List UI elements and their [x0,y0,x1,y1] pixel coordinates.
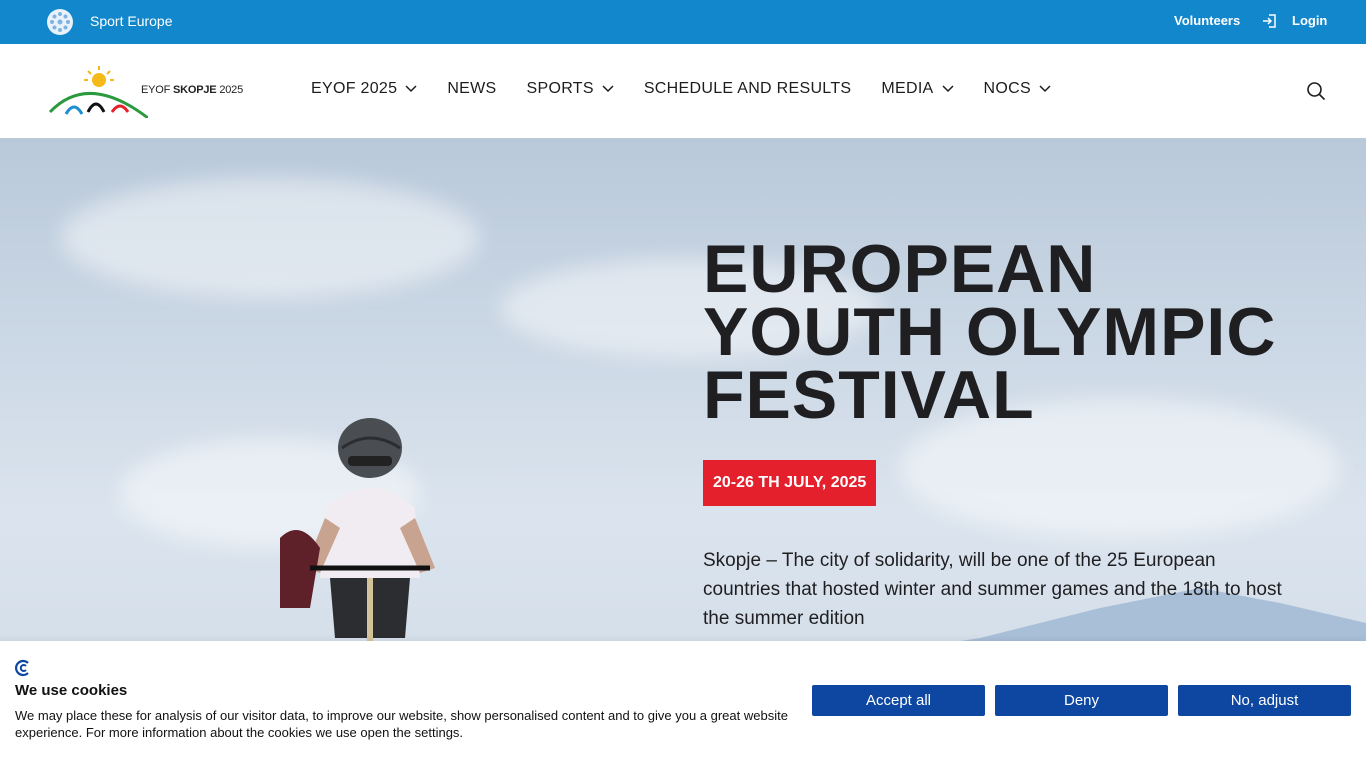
deny-button[interactable]: Deny [995,685,1168,716]
eyof-skopje-logo-icon[interactable] [48,62,148,118]
search-icon[interactable] [1306,81,1326,101]
nav-item-sports[interactable]: SPORTS [527,80,614,98]
cookie-text: We may place these for analysis of our v… [15,708,788,740]
chevron-down-icon [942,85,954,93]
cyclist-image [280,418,435,648]
chevron-down-icon [405,85,417,93]
nav-item-schedule-and-results[interactable]: SCHEDULE AND RESULTS [644,80,852,98]
hero-title-line: EUROPEAN [703,231,1097,307]
top-bar: Sport Europe Volunteers Login [0,0,1366,44]
sport-europe-logo-icon[interactable] [46,8,74,36]
cookie-consent-logo-icon [15,659,29,677]
brand-name[interactable]: Sport Europe [90,13,173,29]
chevron-down-icon [1039,85,1051,93]
volunteers-link[interactable]: Volunteers [1174,13,1240,28]
nav-item-media[interactable]: MEDIA [881,80,954,98]
logo-text[interactable]: EYOF SKOPJE 2025 [141,84,243,96]
hero-description: Skopje – The city of solidarity, will be… [703,550,1282,629]
hero-title: EUROPEAN YOUTH OLYMPIC FESTIVAL [703,231,1277,433]
accept-all-button[interactable]: Accept all [812,685,985,716]
main-header: EYOF SKOPJE 2025 EYOF 2025 NEWS SPORTS S… [0,44,1366,138]
login-link[interactable]: Login [1292,13,1327,28]
cookie-banner: We use cookies We may place these for an… [0,641,1366,768]
main-nav: EYOF 2025 NEWS SPORTS SCHEDULE AND RESUL… [311,80,1051,98]
cloud-shape [60,178,480,298]
nav-item-eyof-2025[interactable]: EYOF 2025 [311,80,417,98]
nav-item-nocs[interactable]: NOCS [984,80,1051,98]
chevron-down-icon [602,85,614,93]
adjust-button[interactable]: No, adjust [1178,685,1351,716]
login-icon[interactable] [1261,13,1277,29]
date-badge: 20-26 TH JULY, 2025 [703,460,877,506]
hero-title-line: YOUTH OLYMPIC [703,294,1277,370]
nav-item-news[interactable]: NEWS [447,80,496,98]
hero-title-line: FESTIVAL [703,357,1035,433]
cookie-title: We use cookies [15,682,128,699]
